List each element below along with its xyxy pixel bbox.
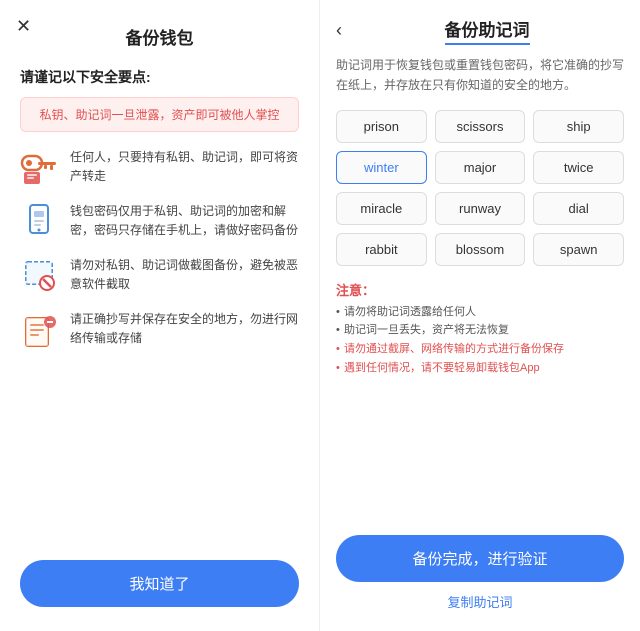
mnemonic-word-grid: prisonscissorsship wintermajortwice miracl… bbox=[336, 110, 624, 266]
mnemonic-word-2: scissors bbox=[435, 110, 526, 143]
acknowledge-button[interactable]: 我知道了 bbox=[20, 560, 299, 607]
left-panel: ✕ 备份钱包 请谨记以下安全要点: 私钥、助记词一旦泄露，资产即可被他人掌控 任… bbox=[0, 0, 320, 631]
tip-text-1: 任何人，只要持有私钥、助记词，即可将资产转走 bbox=[70, 148, 299, 186]
notice-item-1: 请勿将助记词透露给任何人 bbox=[336, 303, 624, 322]
tip-item-4: 请正确抄写并保存在安全的地方，勿进行网络传输或存储 bbox=[20, 310, 299, 350]
right-header: ‹ 备份助记词 bbox=[336, 16, 624, 45]
mnemonic-word-1: prison bbox=[336, 110, 427, 143]
right-description: 助记词用于恢复钱包或重置钱包密码，将它准确的抄写在纸上，并存放在只有你知道的安全… bbox=[336, 55, 624, 96]
mnemonic-word-4: winter bbox=[336, 151, 427, 184]
right-panel: ‹ 备份助记词 助记词用于恢复钱包或重置钱包密码，将它准确的抄写在纸上，并存放在… bbox=[320, 0, 640, 631]
tip-item-2: 钱包密码仅用于私钥、助记词的加密和解密，密码只存储在手机上，请做好密码备份 bbox=[20, 202, 299, 242]
tip-item-3: 请勿对私钥、助记词做截图备份，避免被恶意软件截取 bbox=[20, 256, 299, 296]
right-title-wrapper: 备份助记词 bbox=[350, 16, 624, 45]
tip-item-1: 任何人，只要持有私钥、助记词，即可将资产转走 bbox=[20, 148, 299, 188]
tips-list: 任何人，只要持有私钥、助记词，即可将资产转走 钱包密码仅用于私钥、助记词的加密和… bbox=[20, 148, 299, 350]
mnemonic-word-8: runway bbox=[435, 192, 526, 225]
tip-text-2: 钱包密码仅用于私钥、助记词的加密和解密，密码只存储在手机上，请做好密码备份 bbox=[70, 202, 299, 240]
mnemonic-word-10: rabbit bbox=[336, 233, 427, 266]
verify-button[interactable]: 备份完成，进行验证 bbox=[336, 535, 624, 582]
notice-item-3: 请勿通过截屏、网络传输的方式进行备份保存 bbox=[336, 340, 624, 359]
notice-section: 注意： 请勿将助记词透露给任何人助记词一旦丢失，资产将无法恢复请勿通过截屏、网络… bbox=[336, 280, 624, 378]
close-button[interactable]: ✕ bbox=[16, 16, 31, 37]
mnemonic-word-6: twice bbox=[533, 151, 624, 184]
phone-icon bbox=[20, 202, 60, 242]
back-button[interactable]: ‹ bbox=[336, 20, 342, 41]
warning-box: 私钥、助记词一旦泄露，资产即可被他人掌控 bbox=[20, 97, 299, 132]
copy-mnemonic-link[interactable]: 复制助记词 bbox=[447, 592, 512, 611]
mnemonic-word-11: blossom bbox=[435, 233, 526, 266]
screenshot-icon bbox=[20, 256, 60, 296]
mnemonic-word-7: miracle bbox=[336, 192, 427, 225]
notice-item-2: 助记词一旦丢失，资产将无法恢复 bbox=[336, 321, 624, 340]
notice-title: 注意： bbox=[336, 280, 624, 299]
mnemonic-word-9: dial bbox=[533, 192, 624, 225]
mnemonic-word-3: ship bbox=[533, 110, 624, 143]
save-icon bbox=[20, 310, 60, 350]
notice-item-4: 遇到任何情况，请不要轻易卸载钱包App bbox=[336, 359, 624, 378]
left-subtitle: 请谨记以下安全要点: bbox=[20, 67, 151, 87]
right-bottom-area: 备份完成，进行验证 复制助记词 bbox=[336, 535, 624, 611]
tip-text-3: 请勿对私钥、助记词做截图备份，避免被恶意软件截取 bbox=[70, 256, 299, 294]
right-title: 备份助记词 bbox=[445, 16, 530, 45]
left-title: 备份钱包 bbox=[126, 24, 194, 49]
mnemonic-word-12: spawn bbox=[533, 233, 624, 266]
mnemonic-word-5: major bbox=[435, 151, 526, 184]
key-icon bbox=[20, 148, 60, 188]
tip-text-4: 请正确抄写并保存在安全的地方，勿进行网络传输或存储 bbox=[70, 310, 299, 348]
